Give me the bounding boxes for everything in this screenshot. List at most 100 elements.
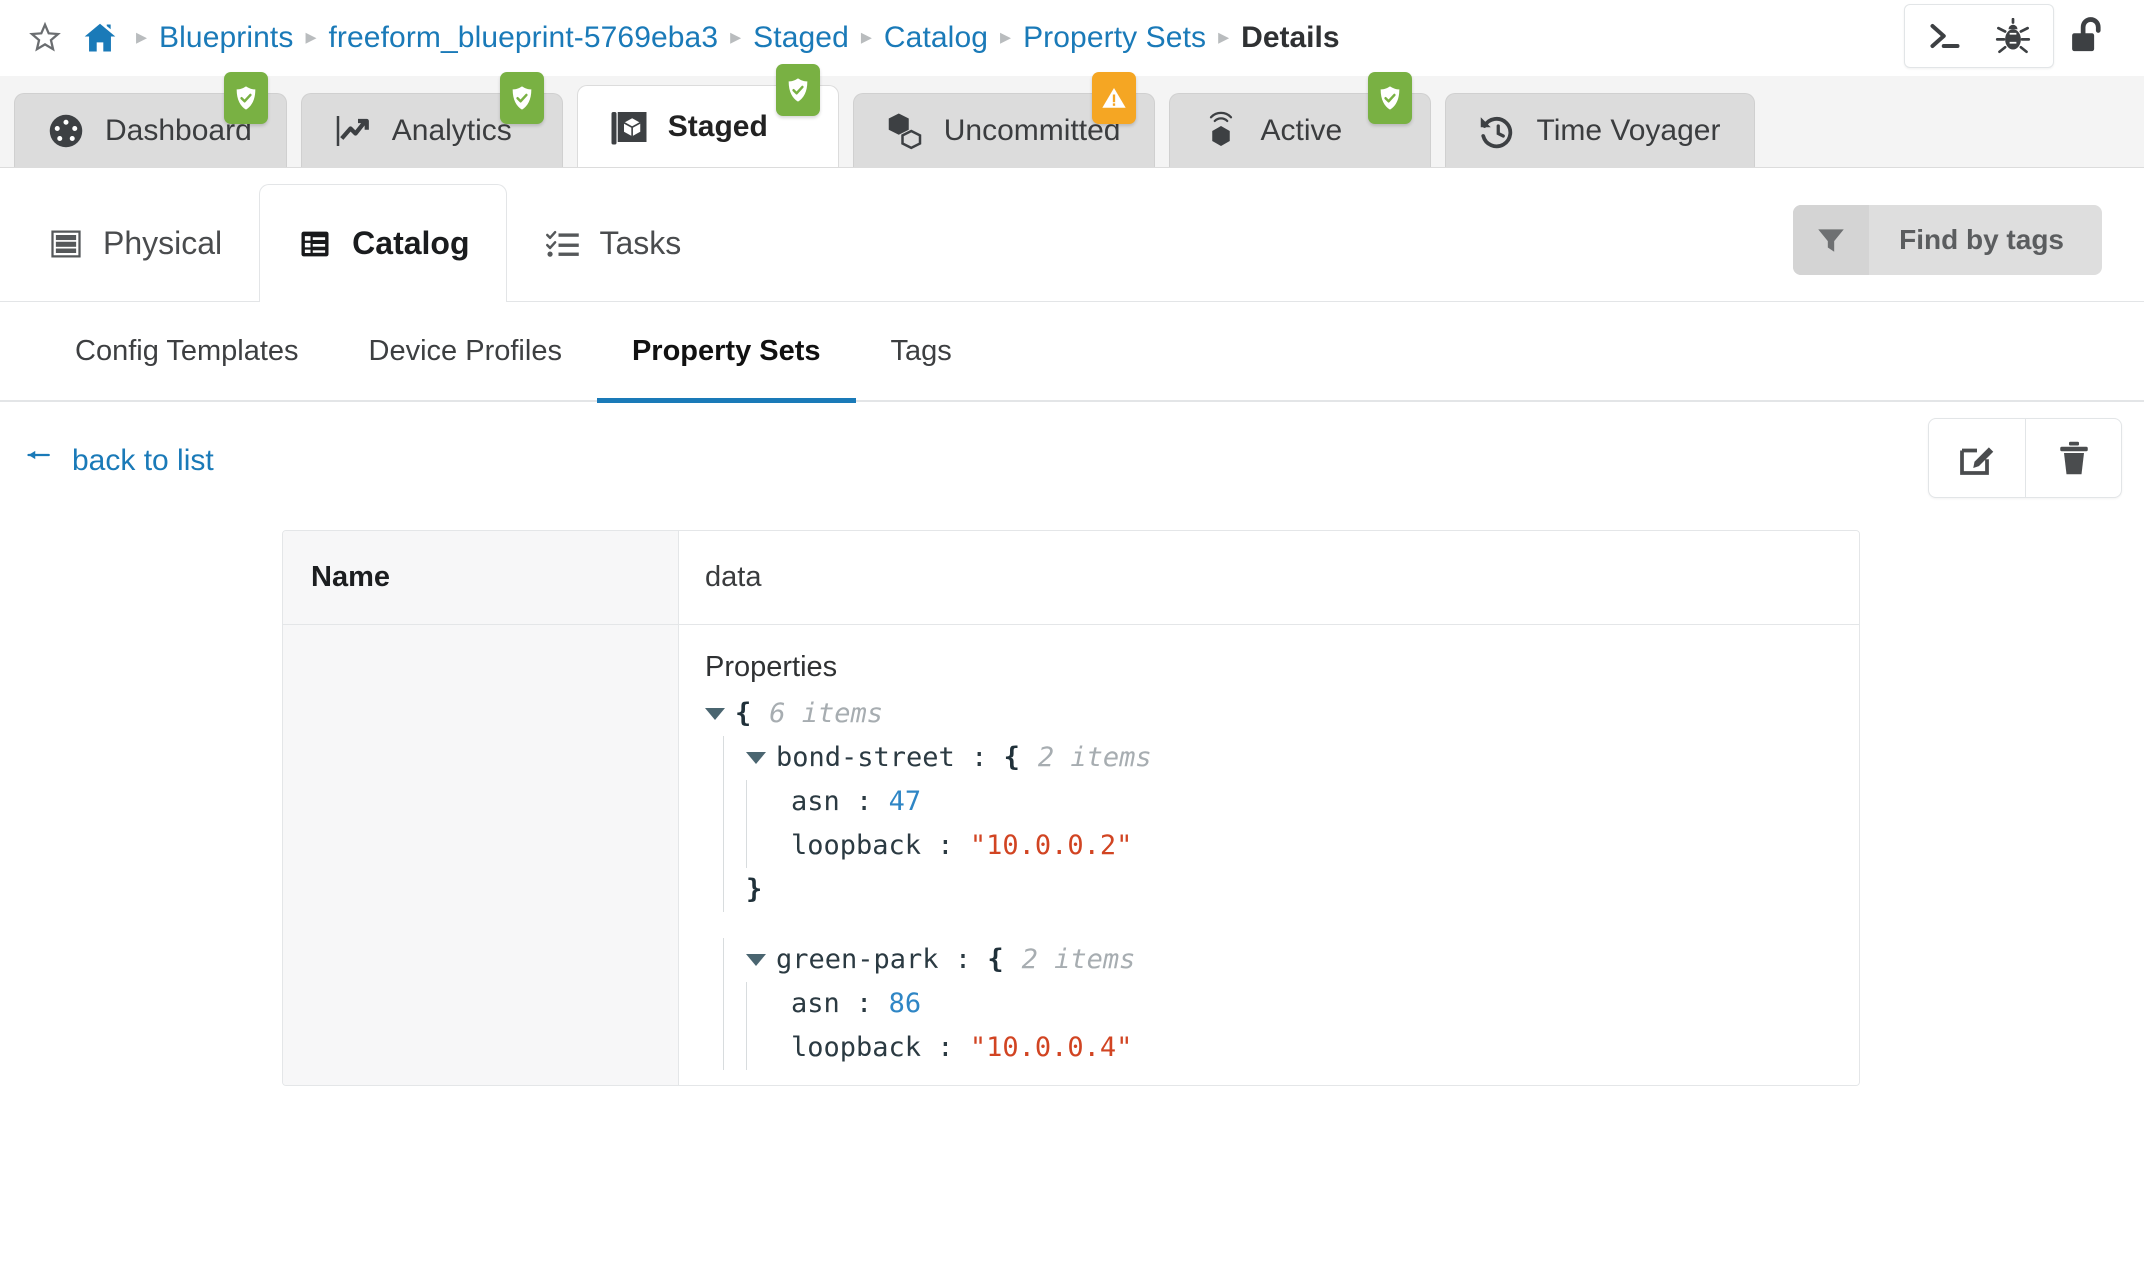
live-cube-icon [1200,110,1242,152]
caret-down-icon[interactable] [746,752,766,764]
json-value: 86 [888,987,922,1019]
json-colon: : [839,785,889,817]
breadcrumb-separator: ▸ [860,24,872,49]
json-colon: : [938,943,988,975]
tab-tags[interactable]: Tags [856,301,987,401]
json-open-brace: { [1003,741,1020,773]
json-close-line: } [705,868,1833,912]
json-root-line: { 6 items [705,692,1833,736]
home-icon[interactable] [82,20,118,56]
json-open-brace: { [735,697,752,729]
breadcrumb-separator: ▸ [136,24,148,49]
sub-tab-label: Physical [103,225,223,261]
bug-icon[interactable] [1979,6,2047,66]
primary-tab-strip: Dashboard Analytics Staged Uncommitted A… [0,64,2144,168]
breadcrumb-item-staged[interactable]: Staged [753,21,849,55]
json-key: loopback [791,1031,922,1063]
column-header-name: Name [283,531,679,624]
toolbar-card [1904,4,2054,68]
tab-staged[interactable]: Staged [576,64,839,167]
history-icon [1476,110,1518,152]
json-tree: { 6 items bond-street : { 2 items asn: … [705,692,1833,1070]
breadcrumb-separator: ▸ [730,24,742,49]
json-value: "10.0.0.4" [969,1031,1133,1063]
line-chart-icon [332,110,374,152]
breadcrumb-item-property-sets[interactable]: Property Sets [1023,21,1206,55]
json-key: green-park [776,943,939,975]
json-field: loopback : "10.0.0.4" [705,1026,1833,1070]
status-badge-ok [223,72,268,124]
tab-label: Active [1260,113,1343,147]
tab-active[interactable]: Active [1169,72,1432,167]
table-row: Properties { 6 items bond-street: {2 i… [283,625,1859,1085]
server-rack-icon [47,225,85,263]
favorite-star-icon[interactable] [28,21,62,55]
tab-analytics[interactable]: Analytics [300,72,563,167]
caret-down-icon[interactable] [746,954,766,966]
tab-device-profiles[interactable]: Device Profiles [334,301,597,401]
sub-tab-physical[interactable]: Physical [10,184,259,302]
property-set-name-value: data [679,531,1859,624]
json-node-header: green-park : { 2 items [705,938,1833,982]
action-row: back to list [0,402,2144,530]
terminal-icon[interactable] [1911,6,1979,66]
json-root-count: 6 items [769,697,884,729]
unlocked-padlock-icon[interactable] [2054,4,2126,68]
breadcrumb-bar: ▸ Blueprints ▸ freeform_blueprint-5769eb… [0,0,2144,76]
top-right-toolbar [1904,4,2126,68]
json-item-count: 2 items [1037,741,1152,773]
sub-tab-catalog[interactable]: Catalog [259,184,507,302]
json-colon: : [839,987,889,1019]
json-item-count: 2 items [1021,943,1136,975]
tab-dashboard[interactable]: Dashboard [14,72,287,167]
tab-label: Analytics [391,113,512,147]
json-field: asn : 47 [705,780,1833,824]
gauge-icon [45,110,87,152]
record-actions [1928,418,2122,498]
status-badge-ok [1368,72,1413,124]
tab-config-templates[interactable]: Config Templates [40,301,334,401]
edit-pencil-icon[interactable] [1929,419,2025,497]
find-by-tags-button[interactable]: Find by tags [1793,205,2102,275]
properties-cell: Properties { 6 items bond-street: {2 i… [679,625,1859,1085]
arrow-left-icon [22,444,56,478]
tab-label: Time Voyager [1536,113,1721,147]
trash-icon[interactable] [2025,419,2121,497]
back-to-list-label: back to list [72,444,214,477]
json-colon: : [954,741,1004,773]
json-colon: : [921,1031,970,1063]
json-open-brace: { [987,943,1004,975]
json-key: asn [791,785,840,817]
staged-cube-icon [608,106,650,148]
cubes-icon [884,110,926,152]
caret-down-icon[interactable] [705,708,725,720]
breadcrumb-item-catalog[interactable]: Catalog [884,21,988,55]
breadcrumb-item-blueprint-id[interactable]: freeform_blueprint-5769eba3 [329,21,719,55]
status-badge-ok [499,72,544,124]
json-key: bond-street [776,741,955,773]
status-badge-ok [775,64,820,116]
tab-uncommitted[interactable]: Uncommitted [852,72,1156,167]
back-to-list-link[interactable]: back to list [22,444,214,478]
properties-label: Properties [705,651,838,683]
sub-tab-label: Tasks [599,225,682,261]
json-key: asn [791,987,840,1019]
breadcrumb-separator: ▸ [1000,24,1012,49]
json-value: 47 [888,785,922,817]
json-field: asn : 86 [705,982,1833,1026]
json-field: loopback : "10.0.0.2" [705,824,1833,868]
secondary-tab-bar: Physical Catalog Tasks Find by tags [0,168,2144,302]
property-set-detail-table: Name data Properties { 6 items bond-stre… [282,530,1860,1086]
breadcrumb-item-blueprints[interactable]: Blueprints [159,21,293,55]
breadcrumb-item-details: Details [1241,21,1340,54]
detail-panel: Name data Properties { 6 items bond-stre… [0,530,2144,1086]
table-row: Name data [283,531,1859,625]
json-key: loopback [791,829,922,861]
tertiary-tab-bar: Config Templates Device Profiles Propert… [0,301,2144,403]
json-colon: : [921,829,970,861]
status-badge-warning [1092,72,1137,124]
sub-tab-tasks[interactable]: Tasks [507,184,719,302]
tab-property-sets[interactable]: Property Sets [596,301,856,403]
tab-time-voyager[interactable]: Time Voyager [1445,93,1756,167]
find-by-tags-label: Find by tags [1899,224,2064,255]
